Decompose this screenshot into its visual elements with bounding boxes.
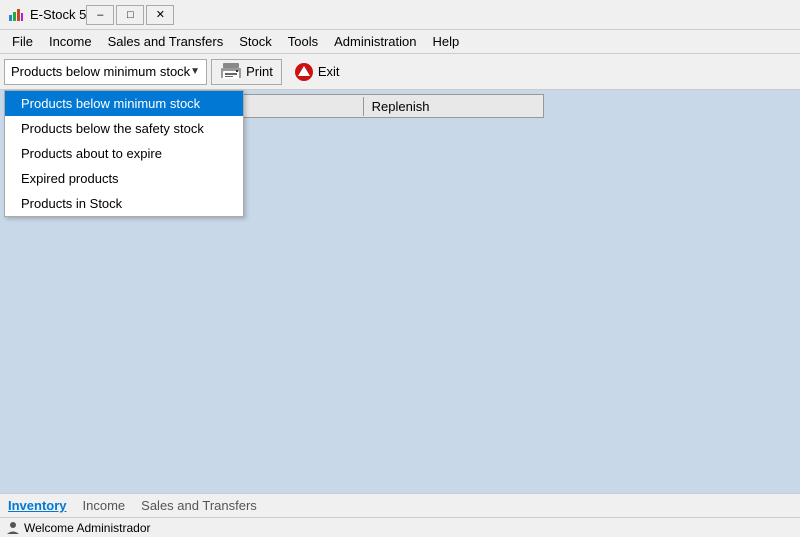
dropdown-item-about-expire[interactable]: Products about to expire (5, 141, 243, 166)
bottom-tabs: Inventory Income Sales and Transfers (0, 493, 800, 517)
status-message: Welcome Administrador (24, 521, 151, 535)
dropdown-item-expired[interactable]: Expired products (5, 166, 243, 191)
minimize-button[interactable]: – (86, 5, 114, 25)
user-icon (6, 521, 20, 535)
menu-administration[interactable]: Administration (326, 30, 424, 53)
close-button[interactable]: ✕ (146, 5, 174, 25)
dropdown-menu: Products below minimum stock Products be… (4, 90, 244, 217)
exit-icon (294, 62, 314, 82)
maximize-button[interactable]: □ (116, 5, 144, 25)
print-button[interactable]: Print (211, 59, 282, 85)
menu-tools[interactable]: Tools (280, 30, 326, 53)
exit-label: Exit (318, 64, 340, 79)
menu-bar: File Income Sales and Transfers Stock To… (0, 30, 800, 54)
tab-sales-transfers[interactable]: Sales and Transfers (137, 496, 261, 515)
menu-stock[interactable]: Stock (231, 30, 280, 53)
print-label: Print (246, 64, 273, 79)
report-dropdown-label: Products below minimum stock (11, 64, 190, 79)
tab-inventory[interactable]: Inventory (4, 496, 71, 515)
exit-button[interactable]: Exit (286, 59, 348, 85)
title-controls: – □ ✕ (86, 5, 174, 25)
printer-icon (220, 63, 242, 81)
dropdown-item-below-safety[interactable]: Products below the safety stock (5, 116, 243, 141)
dropdown-arrow-icon: ▼ (190, 66, 200, 77)
menu-file[interactable]: File (4, 30, 41, 53)
title-bar: E-Stock 5 – □ ✕ (0, 0, 800, 30)
app-icon (8, 7, 24, 23)
report-dropdown[interactable]: Products below minimum stock ▼ (4, 59, 207, 85)
menu-help[interactable]: Help (424, 30, 467, 53)
tab-income[interactable]: Income (79, 496, 130, 515)
dropdown-item-below-min[interactable]: Products below minimum stock (5, 91, 243, 116)
col-replenish-header: Replenish (364, 97, 543, 116)
menu-sales-transfers[interactable]: Sales and Transfers (100, 30, 232, 53)
status-bar: Welcome Administrador (0, 517, 800, 537)
toolbar: Products below minimum stock ▼ Print Exi… (0, 54, 800, 90)
app-title: E-Stock 5 (30, 7, 86, 22)
dropdown-item-in-stock[interactable]: Products in Stock (5, 191, 243, 216)
menu-income[interactable]: Income (41, 30, 100, 53)
